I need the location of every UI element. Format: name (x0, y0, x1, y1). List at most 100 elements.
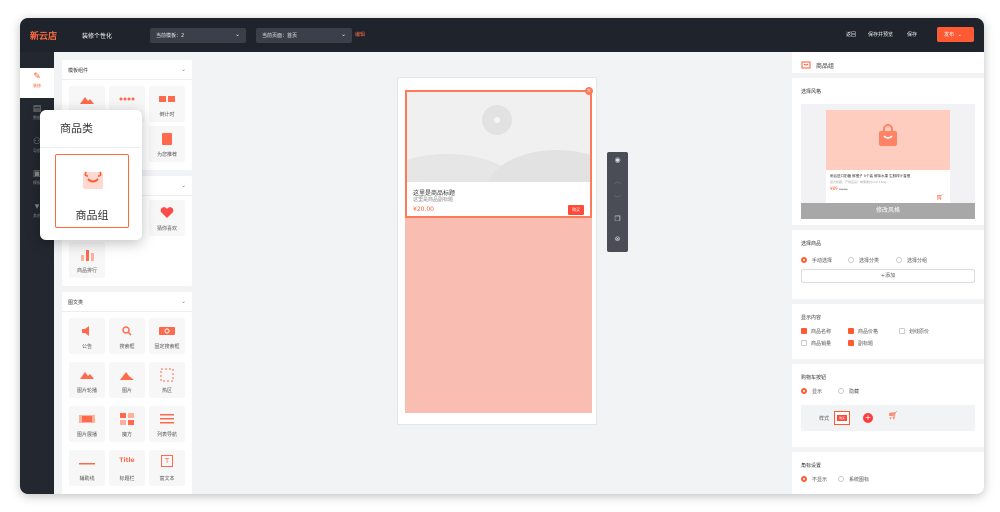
style-buy-tag[interactable]: 购买 (834, 411, 850, 425)
cube-icon (120, 413, 134, 425)
goods-section: 选择商品 手动选择 选择分类 选择分组 +添加 (792, 230, 984, 304)
sample-price: ¥89 (830, 186, 838, 191)
gallery-icon (79, 415, 95, 423)
style-sample-sub: 官方旗舰，产地直采！单果重约120-160g (830, 180, 887, 184)
chevron-up-icon[interactable]: ︿ (607, 176, 628, 186)
panel-title: 商品组 (816, 63, 835, 70)
section-header[interactable]: 图文类 ⌄ (62, 292, 192, 312)
chevron-down-icon: ⌄ (340, 31, 346, 38)
carousel-icon (80, 372, 94, 379)
component-label: 列表导航 (156, 432, 177, 438)
section-title: 图文类 (68, 300, 84, 306)
copy-icon[interactable]: ❐ (607, 215, 628, 223)
rank-icon (81, 250, 94, 261)
modify-style-button[interactable]: 修改风格 (801, 203, 975, 219)
radio-no-badge[interactable] (801, 476, 807, 482)
publish-label: 发布 (944, 32, 955, 38)
title-icon: Title (119, 457, 135, 464)
check-label: 商品价格 (858, 329, 879, 335)
component-label: 图片 (121, 388, 132, 394)
component-guess-like[interactable]: 猜你喜欢 (149, 200, 185, 236)
checkbox-sales[interactable] (801, 340, 807, 346)
cart-icon[interactable]: 🛒︎ (888, 411, 898, 420)
chevron-down-icon: ⌄ (234, 31, 240, 38)
template-select-value: 当前模板：2 (156, 33, 185, 39)
component-search[interactable]: 搜索框 (109, 318, 145, 354)
option-label: 选择分组 (907, 258, 928, 264)
image-placeholder-icon (407, 105, 590, 182)
drag-popup: 商品类 商品组 (40, 110, 142, 240)
back-button[interactable]: 返回 (846, 31, 856, 38)
close-icon[interactable]: × (585, 87, 593, 95)
component-label: 为您推荐 (156, 152, 177, 158)
template-select[interactable]: 当前模板：2 ⌄ (150, 28, 246, 43)
component-hotzone[interactable]: 热区 (149, 362, 185, 398)
bag-icon (879, 124, 897, 146)
bag-icon (83, 171, 103, 189)
list-icon (160, 414, 174, 424)
edit-link[interactable]: 编辑 (355, 31, 365, 38)
editor-canvas: 这里是商品标题 这里是商品副标题 ¥20.00 购买 × ◉ ︿ ﹀ ❐ ⊗ (200, 52, 784, 494)
section-header[interactable]: 模板组件 ⌄ (62, 60, 192, 80)
plus-circle-icon[interactable]: + (863, 413, 873, 423)
nav-item-decorate[interactable]: ✎ 装修 (20, 72, 54, 89)
component-label: 热区 (161, 388, 172, 394)
component-cube[interactable]: 魔方 (109, 406, 145, 442)
chevron-down-icon[interactable]: ﹀ (607, 194, 628, 204)
speaker-icon (82, 326, 89, 336)
component-carousel[interactable]: 图片轮播 (69, 362, 105, 398)
component-rank[interactable]: 商品排行 (69, 242, 105, 278)
checkbox-subtitle[interactable] (848, 340, 854, 346)
page-select[interactable]: 当前页面：首页 ⌄ (256, 28, 352, 43)
nav-label: 装修 (33, 83, 41, 88)
radio-hide[interactable] (838, 388, 844, 394)
popup-item-product-group[interactable]: 商品组 (55, 154, 129, 228)
popup-item-label: 商品组 (75, 209, 109, 222)
buy-button[interactable]: 购买 (568, 205, 584, 215)
style-preview: 雨谷进口奶糖 鲜橙子 0个装 鲜味水果 生鲜榨汁香橙 官方旗舰，产地直采！单果重… (801, 104, 975, 219)
sample-old-price: ¥ 120 (838, 187, 848, 191)
publish-button[interactable]: 发布 ⌄ (937, 27, 974, 42)
style-sample-image (826, 110, 950, 170)
component-gallery[interactable]: 图片展播 (69, 406, 105, 442)
app-logo: 新云店 (30, 32, 58, 42)
add-goods-button[interactable]: +添加 (801, 269, 975, 283)
checkbox-original-price[interactable] (899, 328, 905, 334)
block-toolbar: ◉ ︿ ﹀ ❐ ⊗ (607, 152, 628, 252)
radio-category[interactable] (848, 257, 854, 263)
component-title-bar[interactable]: Title 标题栏 (109, 450, 145, 486)
component-label: 魔方 (121, 432, 132, 438)
component-guide-line[interactable]: 辅助线 (69, 450, 105, 486)
component-list-nav[interactable]: 列表导航 (149, 406, 185, 442)
product-group-block[interactable]: 这里是商品标题 这里是商品副标题 ¥20.00 购买 × (405, 87, 593, 218)
component-label: 猜你喜欢 (156, 226, 177, 232)
checkbox-price[interactable] (848, 328, 854, 334)
chevron-down-icon: ⌄ (180, 182, 186, 189)
settings-panel: 商品组 选择风格 雨谷进口奶糖 鲜橙子 0个装 鲜味水果 生鲜榨汁香橙 官方旗舰… (792, 52, 984, 494)
style-sample-card: 雨谷进口奶糖 鲜橙子 0个装 鲜味水果 生鲜榨汁香橙 官方旗舰，产地直采！单果重… (826, 110, 950, 207)
radio-group[interactable] (896, 257, 902, 263)
panel-header: 商品组 (792, 52, 984, 78)
chevron-down-icon: ⌄ (180, 298, 186, 305)
radio-show[interactable] (801, 388, 807, 394)
bag-icon (801, 61, 811, 69)
style-sample-price: ¥89 ¥ 120 (830, 186, 848, 191)
checkbox-name[interactable] (801, 328, 807, 334)
product-price: ¥20.00 (413, 206, 434, 213)
component-notice[interactable]: 公告 (69, 318, 105, 354)
save-preview-button[interactable]: 保存并预览 (868, 31, 893, 38)
delete-icon[interactable]: ⊗ (607, 235, 628, 243)
hotzone-icon (160, 368, 174, 382)
eye-icon[interactable]: ◉ (607, 156, 628, 164)
option-label: 选择分类 (859, 258, 880, 264)
component-recommend[interactable]: 为您推荐 (149, 126, 185, 162)
component-countdown[interactable]: 倒计时 (149, 86, 185, 122)
component-rich-text[interactable]: T 富文本 (149, 450, 185, 486)
save-button[interactable]: 保存 (907, 31, 917, 38)
component-picture[interactable]: 图片 (109, 362, 145, 398)
radio-system-badge[interactable] (838, 476, 844, 482)
cart-icon: 🛒︎ (936, 194, 944, 201)
component-fixed-search[interactable]: 固定搜索框 (149, 318, 185, 354)
radio-manual[interactable] (801, 257, 807, 263)
check-label: 划线原价 (909, 329, 930, 335)
